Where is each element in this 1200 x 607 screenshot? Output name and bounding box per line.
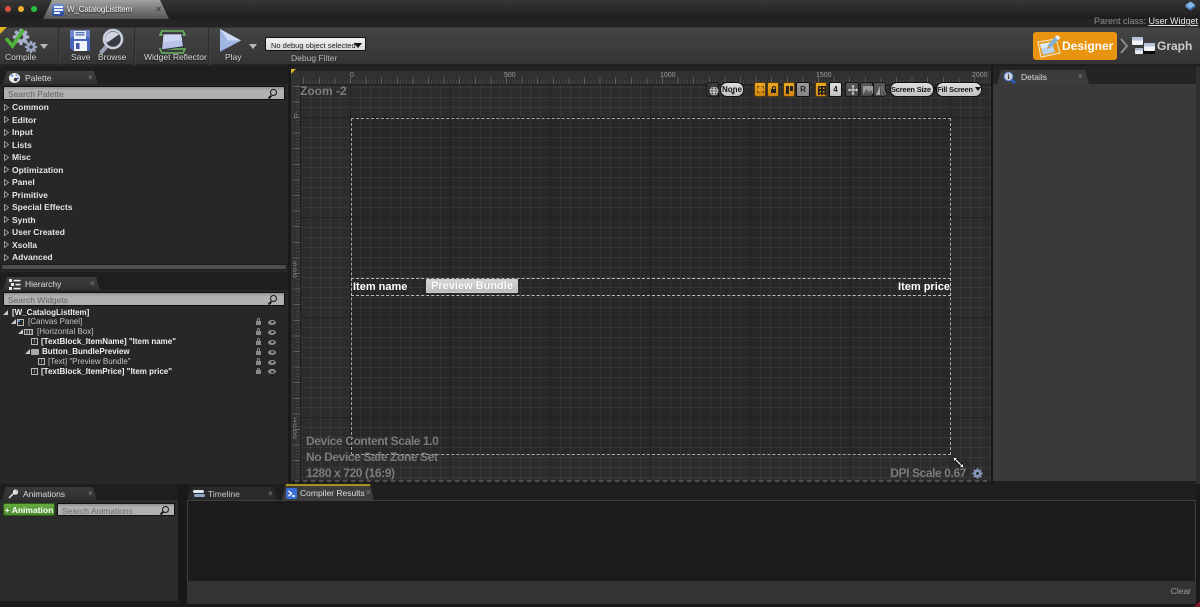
svg-text:i: i — [1007, 72, 1009, 81]
